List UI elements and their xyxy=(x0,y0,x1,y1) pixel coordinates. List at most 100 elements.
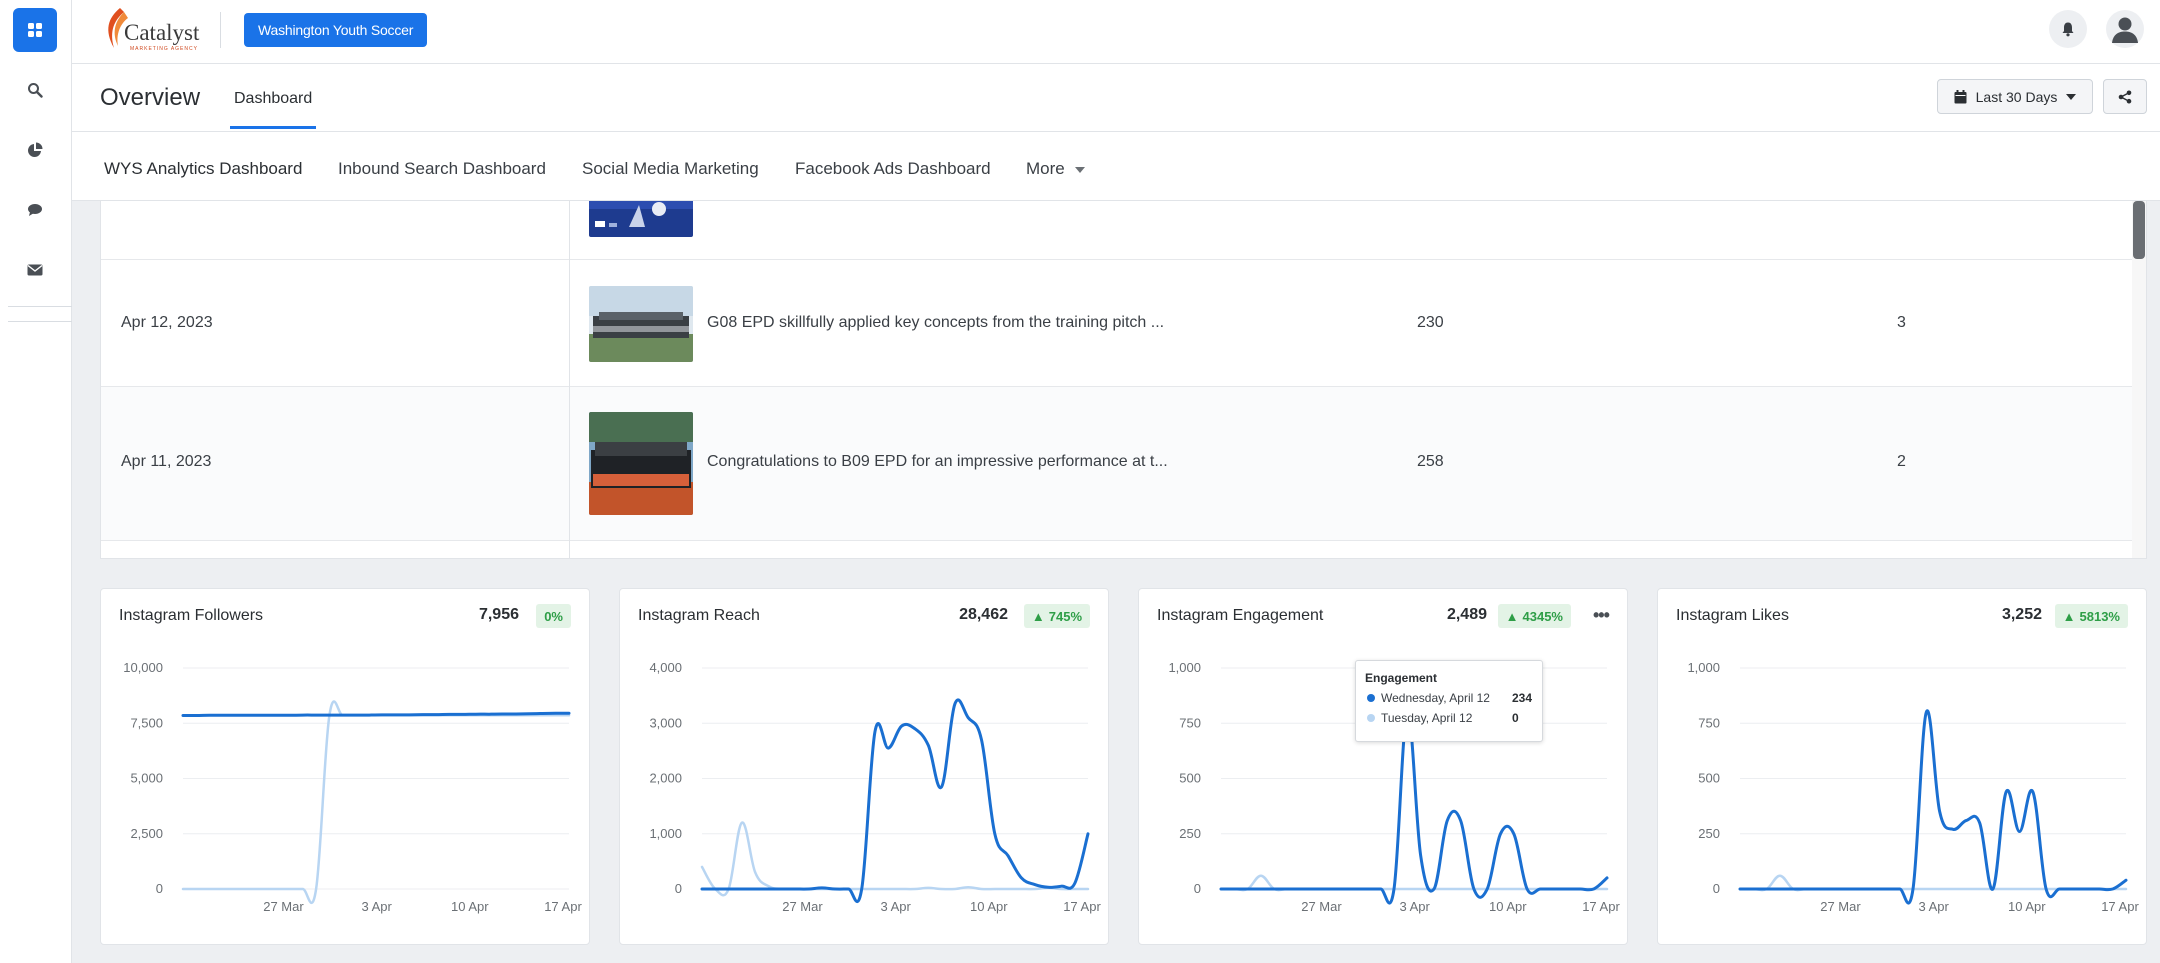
x-tick-label: 3 Apr xyxy=(1399,899,1430,914)
change-badge: ▲ 745% xyxy=(1023,604,1090,628)
card-total: 2,489 xyxy=(1446,606,1487,623)
x-tick-label: 27 Mar xyxy=(1301,899,1342,914)
catalyst-logo[interactable]: Catalyst MARKETING AGENCY xyxy=(100,6,210,54)
caret-down-icon xyxy=(1075,166,1086,173)
tab-facebook-ads-dashboard[interactable]: Facebook Ads Dashboard xyxy=(795,159,991,179)
table-row[interactable]: Apr 12, 2023 G08 EPD skillfully applied … xyxy=(101,260,2134,387)
calendar-icon xyxy=(1954,89,1967,103)
tab-inbound-search-dashboard[interactable]: Inbound Search Dashboard xyxy=(338,159,546,179)
likes-line-chart[interactable]: 0 250 500 750 1,000 27 Mar 3 Apr 10 Apr 17 Apr xyxy=(1658,649,2148,946)
change-value: 745% xyxy=(1048,608,1082,624)
tooltip-value: 234 xyxy=(1512,691,1533,705)
table-row[interactable]: Apr 11, 2023 Congratulations to B09 EPD … xyxy=(101,387,2134,541)
y-tick-label: 4,000 xyxy=(649,660,682,675)
caret-down-icon xyxy=(2066,93,2077,100)
table-scrollbar[interactable] xyxy=(2132,201,2146,558)
y-tick-label: 7,500 xyxy=(130,715,163,730)
y-tick-label: 2,500 xyxy=(130,826,163,841)
post-caption[interactable]: G08 EPD skillfully applied key concepts … xyxy=(707,314,1164,332)
client-selector-button[interactable]: Washington Youth Soccer xyxy=(244,13,428,47)
post-metric-b: 3 xyxy=(1897,314,1906,331)
change-badge: ▲ 4345% xyxy=(1497,604,1571,628)
brand-name: Catalyst xyxy=(124,20,200,45)
share-icon[interactable] xyxy=(2103,79,2147,114)
brand-tagline: MARKETING AGENCY xyxy=(130,46,198,52)
more-options-icon[interactable]: ••• xyxy=(1593,605,1610,626)
y-tick-label: 0 xyxy=(156,881,163,896)
post-thumbnail xyxy=(589,286,693,362)
instagram-reach-card: Instagram Reach 28,462 ▲ 745% 0 1,000 2,000… xyxy=(619,588,1109,945)
tooltip-label: Wednesday, April 12 xyxy=(1381,691,1490,705)
y-tick-label: 5,000 xyxy=(130,771,163,786)
page-title: Overview xyxy=(100,84,201,111)
x-tick-label: 3 Apr xyxy=(361,899,392,914)
mail-icon[interactable] xyxy=(13,248,57,292)
series-dot xyxy=(1367,714,1375,722)
y-tick-label: 250 xyxy=(1698,826,1720,841)
user-avatar-icon[interactable] xyxy=(2106,10,2144,48)
change-value: 4345% xyxy=(1522,608,1563,624)
pie-chart-icon[interactable] xyxy=(13,128,57,172)
tab-social-media-marketing[interactable]: Social Media Marketing xyxy=(582,159,759,179)
x-tick-label: 27 Mar xyxy=(263,899,304,914)
tab-dashboard[interactable]: Dashboard xyxy=(230,90,317,129)
tab-more[interactable]: More xyxy=(1026,159,1086,179)
card-total: 7,956 xyxy=(478,606,519,623)
x-tick-label: 10 Apr xyxy=(2008,899,2046,914)
post-date: Apr 11, 2023 xyxy=(121,453,212,470)
x-tick-label: 17 Apr xyxy=(544,899,582,914)
post-thumbnail xyxy=(589,201,693,237)
x-tick-label: 3 Apr xyxy=(880,899,911,914)
y-tick-label: 1,000 xyxy=(649,826,682,841)
card-total: 28,462 xyxy=(959,606,1008,623)
y-tick-label: 500 xyxy=(1698,771,1720,786)
bell-icon[interactable] xyxy=(2049,10,2087,48)
date-range-label: Last 30 Days xyxy=(1975,88,2058,105)
y-tick-label: 0 xyxy=(1713,881,1720,896)
card-title: Instagram Engagement xyxy=(1157,607,1324,624)
date-range-dropdown[interactable]: Last 30 Days xyxy=(1937,79,2093,114)
x-tick-label: 10 Apr xyxy=(1489,899,1527,914)
card-title: Instagram Reach xyxy=(638,607,760,624)
tooltip-value: 0 xyxy=(1512,711,1519,725)
y-tick-label: 750 xyxy=(1179,715,1201,730)
chat-icon[interactable] xyxy=(13,188,57,232)
y-tick-label: 250 xyxy=(1179,826,1201,841)
x-tick-label: 17 Apr xyxy=(2101,899,2139,914)
post-caption[interactable]: Congratulations to B09 EPD for an impres… xyxy=(707,453,1168,471)
chart-tooltip: Engagement Wednesday, April 12 234 Tuesd… xyxy=(1355,660,1543,742)
y-tick-label: 10,000 xyxy=(123,660,163,675)
y-tick-label: 750 xyxy=(1698,715,1720,730)
caret-up-icon: ▲ xyxy=(2062,608,2076,624)
post-metric-a: 258 xyxy=(1417,453,1444,470)
x-tick-label: 10 Apr xyxy=(451,899,489,914)
y-tick-label: 1,000 xyxy=(1687,660,1720,675)
tooltip-label: Tuesday, April 12 xyxy=(1381,711,1473,725)
dashboard-grid-icon[interactable] xyxy=(13,8,57,52)
series-line-current xyxy=(1738,709,2128,905)
search-icon[interactable] xyxy=(13,68,57,112)
reach-line-chart[interactable]: 0 1,000 2,000 3,000 4,000 27 Mar 3 Apr 10 Apr 17… xyxy=(620,649,1110,946)
post-metric-b: 2 xyxy=(1897,453,1906,470)
table-scrollbar-thumb[interactable] xyxy=(2133,201,2145,259)
x-tick-label: 27 Mar xyxy=(1820,899,1861,914)
overview-header: Overview Dashboard Last 30 Days xyxy=(72,64,2160,132)
more-label: More xyxy=(1026,159,1065,178)
followers-line-chart[interactable]: 0 2,500 5,000 7,500 10,000 27 Mar 3 Apr 10 Apr 1… xyxy=(101,649,591,946)
tab-wys-analytics-dashboard[interactable]: WYS Analytics Dashboard xyxy=(104,159,303,205)
y-tick-label: 2,000 xyxy=(649,771,682,786)
table-row[interactable] xyxy=(101,201,2134,260)
y-tick-label: 1,000 xyxy=(1168,660,1201,675)
x-tick-label: 10 Apr xyxy=(970,899,1008,914)
post-date: Apr 12, 2023 xyxy=(121,314,213,331)
caret-up-icon: ▲ xyxy=(1031,608,1045,624)
tooltip-row: Tuesday, April 12 0 xyxy=(1365,711,1533,731)
logo-divider xyxy=(220,12,221,48)
rail-divider xyxy=(8,306,72,307)
series-line-current xyxy=(181,711,571,718)
icon-rail xyxy=(0,0,72,963)
post-thumbnail xyxy=(589,412,693,515)
column-divider xyxy=(569,201,570,558)
change-badge: 0% xyxy=(536,604,571,628)
x-tick-label: 17 Apr xyxy=(1063,899,1101,914)
